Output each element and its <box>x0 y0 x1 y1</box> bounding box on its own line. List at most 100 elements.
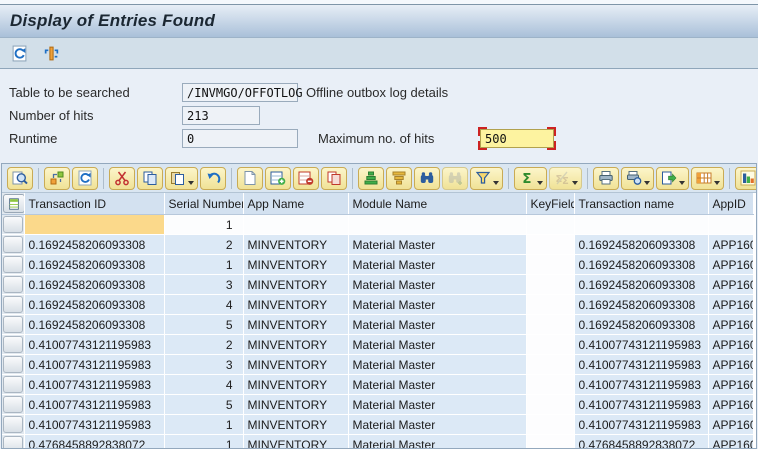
cell-app-id[interactable]: APP160 <box>708 275 753 295</box>
cell-app-name[interactable] <box>243 215 348 235</box>
runtime-field[interactable]: 0 <box>182 129 298 148</box>
row-select-button[interactable] <box>3 316 23 333</box>
cell-serial-number[interactable]: 3 <box>164 355 243 375</box>
row-select-button[interactable] <box>3 276 23 293</box>
cell-transaction-name[interactable] <box>574 215 708 235</box>
cell-serial-number[interactable]: 2 <box>164 235 243 255</box>
cell-app-id[interactable]: APP160 <box>708 235 753 255</box>
cell-serial-number[interactable]: 5 <box>164 315 243 335</box>
print-button[interactable] <box>593 167 619 190</box>
cell-transaction-name[interactable]: 0.1692458206093308 <box>574 255 708 275</box>
filter-button[interactable] <box>470 167 503 190</box>
cell-transaction-name[interactable]: 0.41007743121195983 <box>574 395 708 415</box>
sum-button[interactable]: Σ <box>514 167 547 190</box>
cell-app-id[interactable]: APP160 <box>708 395 753 415</box>
cell-key-fields[interactable] <box>526 395 574 415</box>
cell-serial-number[interactable]: 1 <box>164 415 243 435</box>
cell-key-fields[interactable] <box>526 315 574 335</box>
cell-transaction-name[interactable]: 0.1692458206093308 <box>574 275 708 295</box>
cell-transaction-id[interactable]: 0.4768458892838072 <box>24 435 164 449</box>
cell-transaction-name[interactable]: 0.1692458206093308 <box>574 235 708 255</box>
paste-button[interactable] <box>165 167 198 190</box>
row-select-button[interactable] <box>3 376 23 393</box>
sort-ascending-button[interactable] <box>358 167 384 190</box>
cell-transaction-id[interactable]: 0.41007743121195983 <box>24 335 164 355</box>
cell-app-id[interactable]: APP160 <box>708 295 753 315</box>
column-header-transaction-name[interactable]: Transaction name <box>574 193 708 215</box>
cell-app-id[interactable]: APP160 <box>708 375 753 395</box>
delete-row-button[interactable] <box>293 167 319 190</box>
cell-key-fields[interactable] <box>526 235 574 255</box>
cell-transaction-name[interactable]: 0.41007743121195983 <box>574 375 708 395</box>
row-select-button[interactable] <box>3 396 23 413</box>
cell-module-name[interactable] <box>348 215 526 235</box>
cell-transaction-id[interactable]: 0.41007743121195983 <box>24 375 164 395</box>
undo-button[interactable] <box>200 167 226 190</box>
row-select-button[interactable] <box>3 336 23 353</box>
max-hits-field[interactable]: 500 <box>480 129 554 148</box>
cut-button[interactable] <box>109 167 135 190</box>
change-button[interactable] <box>44 167 70 190</box>
print-preview-button[interactable] <box>621 167 654 190</box>
cell-module-name[interactable]: Material Master <box>348 235 526 255</box>
cell-app-name[interactable]: MINVENTORY <box>243 435 348 449</box>
cell-transaction-id[interactable] <box>24 215 164 235</box>
insert-row-button[interactable] <box>265 167 291 190</box>
column-header-app-name[interactable]: App Name <box>243 193 348 215</box>
refresh-button[interactable] <box>8 42 30 64</box>
table-settings-button[interactable] <box>40 42 62 64</box>
cell-app-name[interactable]: MINVENTORY <box>243 235 348 255</box>
cell-module-name[interactable]: Material Master <box>348 335 526 355</box>
row-select-button[interactable] <box>3 356 23 373</box>
cell-transaction-name[interactable]: 0.1692458206093308 <box>574 315 708 335</box>
cell-app-id[interactable]: APP160 <box>708 255 753 275</box>
cell-transaction-id[interactable]: 0.1692458206093308 <box>24 255 164 275</box>
cell-module-name[interactable]: Material Master <box>348 295 526 315</box>
cell-module-name[interactable]: Material Master <box>348 355 526 375</box>
cell-module-name[interactable]: Material Master <box>348 255 526 275</box>
cell-app-name[interactable]: MINVENTORY <box>243 355 348 375</box>
row-select-button[interactable] <box>3 436 23 449</box>
duplicate-row-button[interactable] <box>321 167 347 190</box>
cell-transaction-name[interactable]: 0.41007743121195983 <box>574 355 708 375</box>
cell-serial-number[interactable]: 1 <box>164 215 243 235</box>
cell-serial-number[interactable]: 3 <box>164 275 243 295</box>
cell-key-fields[interactable] <box>526 435 574 449</box>
cell-key-fields[interactable] <box>526 275 574 295</box>
cell-app-id[interactable]: APP160 <box>708 315 753 335</box>
cell-key-fields[interactable] <box>526 375 574 395</box>
cell-app-name[interactable]: MINVENTORY <box>243 375 348 395</box>
cell-app-name[interactable]: MINVENTORY <box>243 415 348 435</box>
cell-app-name[interactable]: MINVENTORY <box>243 315 348 335</box>
cell-key-fields[interactable] <box>526 295 574 315</box>
row-select-button[interactable] <box>3 216 23 233</box>
find-button[interactable] <box>414 167 440 190</box>
cell-app-name[interactable]: MINVENTORY <box>243 255 348 275</box>
cell-serial-number[interactable]: 5 <box>164 395 243 415</box>
cell-serial-number[interactable]: 4 <box>164 295 243 315</box>
table-searched-field[interactable]: /INVMGO/OFFOTLOG <box>182 83 298 102</box>
cell-key-fields[interactable] <box>526 255 574 275</box>
cell-app-name[interactable]: MINVENTORY <box>243 275 348 295</box>
cell-key-fields[interactable] <box>526 355 574 375</box>
cell-module-name[interactable]: Material Master <box>348 415 526 435</box>
cell-key-fields[interactable] <box>526 215 574 235</box>
cell-transaction-name[interactable]: 0.41007743121195983 <box>574 335 708 355</box>
create-button[interactable] <box>237 167 263 190</box>
chart-button[interactable] <box>735 167 757 190</box>
cell-serial-number[interactable]: 1 <box>164 435 243 449</box>
sort-descending-button[interactable] <box>386 167 412 190</box>
column-header-serial-number[interactable]: Serial Number <box>164 193 243 215</box>
column-header-transaction-id[interactable]: Transaction ID <box>24 193 164 215</box>
cell-key-fields[interactable] <box>526 415 574 435</box>
cell-transaction-id[interactable]: 0.41007743121195983 <box>24 395 164 415</box>
cell-module-name[interactable]: Material Master <box>348 395 526 415</box>
cell-app-id[interactable]: APP160 <box>708 335 753 355</box>
select-all-button[interactable] <box>3 194 24 213</box>
cell-transaction-name[interactable]: 0.4768458892838072 <box>574 435 708 449</box>
refresh-button[interactable] <box>72 167 98 190</box>
cell-transaction-name[interactable]: 0.41007743121195983 <box>574 415 708 435</box>
column-header-keyfields[interactable]: KeyFields <box>526 193 574 215</box>
cell-serial-number[interactable]: 1 <box>164 255 243 275</box>
cell-transaction-id[interactable]: 0.1692458206093308 <box>24 235 164 255</box>
